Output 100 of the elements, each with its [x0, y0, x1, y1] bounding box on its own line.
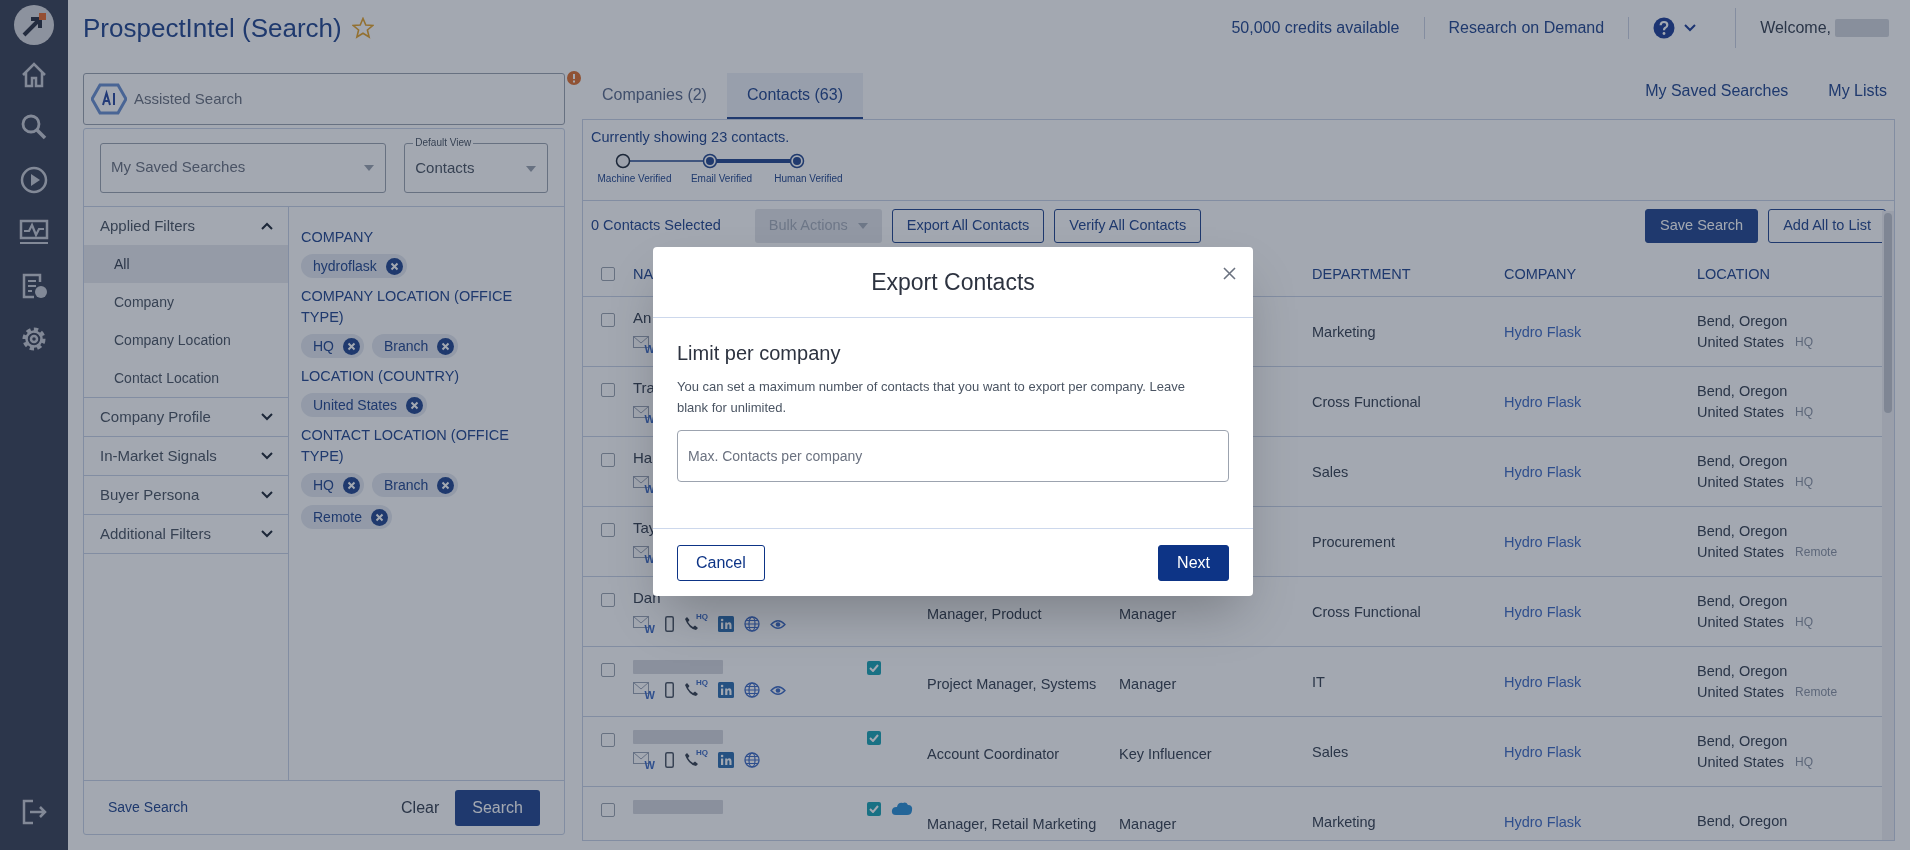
row-checkbox[interactable] [601, 383, 615, 397]
row-checkbox[interactable] [601, 733, 615, 747]
help-icon[interactable] [1653, 17, 1676, 39]
home-icon[interactable] [20, 61, 48, 89]
globe-icon[interactable] [744, 616, 760, 632]
dialog-description: You can set a maximum number of contacts that you want to export per company. Leave blank for unlimited. [677, 378, 1186, 417]
remove-icon[interactable] [343, 337, 360, 355]
linkedin-icon[interactable] [718, 752, 734, 768]
globe-icon[interactable] [744, 752, 760, 768]
filter-section-header[interactable]: Additional Filters [84, 515, 288, 553]
column-header[interactable]: LOCATION [1697, 265, 1771, 282]
monitor-icon[interactable] [19, 219, 49, 245]
slider-node[interactable] [702, 153, 718, 168]
remove-icon[interactable] [371, 508, 389, 526]
tag-label: Branch [384, 475, 429, 495]
company-link[interactable]: Hydro Flask [1504, 323, 1582, 340]
header-link[interactable]: My Saved Searches [1645, 79, 1789, 103]
select-all-checkbox[interactable] [601, 266, 615, 281]
company-link[interactable]: Hydro Flask [1504, 463, 1582, 480]
row-checkbox[interactable] [601, 593, 615, 607]
search-button[interactable]: Search [455, 789, 540, 826]
mobile-phone-icon[interactable] [665, 616, 674, 632]
header-link[interactable]: My Lists [1828, 79, 1887, 103]
location-country: United States [1697, 542, 1785, 562]
outline-button[interactable]: Verify All Contacts [1054, 209, 1202, 243]
eye-icon[interactable] [770, 684, 786, 696]
globe-icon[interactable] [744, 682, 760, 698]
outline-button[interactable]: Add All to List [1768, 209, 1886, 243]
linkedin-icon[interactable] [718, 682, 734, 698]
column-header[interactable]: COMPANY [1504, 265, 1577, 282]
search-icon[interactable] [20, 113, 48, 141]
tab[interactable]: Companies (2) [582, 73, 727, 119]
mobile-phone-icon[interactable] [665, 752, 674, 768]
research-link[interactable]: Research on Demand [1448, 16, 1605, 40]
row-checkbox[interactable] [601, 803, 615, 817]
slider-node[interactable] [615, 153, 631, 168]
saved-searches-dropdown[interactable]: My Saved Searches [100, 142, 387, 193]
slider-node[interactable] [789, 153, 805, 168]
scrollbar[interactable] [1882, 211, 1894, 840]
office-type: HQ [1795, 333, 1814, 351]
settings-icon[interactable] [20, 325, 48, 353]
logo-icon[interactable] [13, 4, 55, 46]
filter-section-header[interactable]: Applied Filters [84, 207, 288, 245]
max-contacts-field[interactable]: Max. Contacts per company [677, 430, 1229, 482]
filter-group-title: LOCATION (COUNTRY) [301, 367, 461, 386]
selected-count: 0 Contacts Selected [591, 216, 721, 236]
filter-section-header[interactable]: In-Market Signals [84, 437, 288, 475]
remove-icon[interactable] [406, 396, 424, 414]
row-checkbox[interactable] [601, 453, 615, 467]
location-country: United States [1697, 612, 1785, 632]
page-title: ProspectIntel (Search) [83, 11, 342, 45]
filter-category-item[interactable]: Company [84, 283, 288, 321]
office-type: Remote [1795, 683, 1838, 701]
department: Marketing [1312, 323, 1376, 340]
clear-button[interactable]: Clear [401, 795, 440, 820]
company-link[interactable]: Hydro Flask [1504, 393, 1582, 410]
location-city: Bend, Oregon [1697, 731, 1789, 751]
company-link[interactable]: Hydro Flask [1504, 743, 1582, 760]
close-icon[interactable] [1223, 267, 1236, 280]
mobile-phone-icon[interactable] [665, 682, 674, 698]
company-link[interactable]: Hydro Flask [1504, 813, 1582, 830]
tab[interactable]: Contacts (63) [726, 73, 863, 119]
location-city: Bend, Oregon [1697, 451, 1789, 471]
remove-icon[interactable] [343, 476, 360, 494]
row-checkbox[interactable] [601, 523, 615, 537]
company-link[interactable]: Hydro Flask [1504, 673, 1582, 690]
chevron-down-icon [260, 529, 274, 539]
company-link[interactable]: Hydro Flask [1504, 533, 1582, 550]
tag-label: HQ [313, 475, 334, 495]
primary-button[interactable]: Save Search [1645, 209, 1759, 243]
logout-icon[interactable] [20, 798, 48, 826]
filter-section-header[interactable]: Buyer Persona [84, 476, 288, 514]
slider-label: Email Verified [690, 171, 753, 186]
chevron-down-icon [260, 490, 274, 500]
filter-category-item[interactable]: All [84, 245, 288, 283]
column-header[interactable]: DEPARTMENT [1312, 265, 1411, 282]
slider-label: Human Verified [774, 171, 843, 186]
star-icon[interactable] [351, 17, 374, 39]
save-search-link[interactable]: Save Search [108, 797, 189, 818]
row-checkbox[interactable] [601, 663, 615, 677]
outline-button[interactable]: Export All Contacts [891, 209, 1045, 243]
tag-label: Branch [384, 336, 429, 356]
play-icon[interactable] [20, 166, 48, 194]
credits-text: 50,000 credits available [1231, 18, 1400, 38]
column-header[interactable]: NA [633, 265, 654, 282]
filter-group-title: CONTACT LOCATION (OFFICE TYPE) [301, 426, 510, 466]
remove-icon[interactable] [437, 476, 455, 494]
report-icon[interactable] [20, 272, 48, 300]
row-checkbox[interactable] [601, 313, 615, 327]
filter-category-item[interactable]: Contact Location [84, 359, 288, 397]
linkedin-icon[interactable] [718, 616, 734, 632]
next-button[interactable]: Next [1158, 544, 1229, 581]
company-link[interactable]: Hydro Flask [1504, 603, 1582, 620]
eye-icon[interactable] [770, 618, 786, 630]
remove-icon[interactable] [437, 337, 455, 355]
filter-category-item[interactable]: Company Location [84, 321, 288, 359]
remove-icon[interactable] [385, 257, 403, 275]
filter-section-header[interactable]: Company Profile [84, 398, 288, 436]
cancel-button[interactable]: Cancel [677, 544, 765, 581]
assisted-search-field[interactable]: Assisted Search [83, 73, 565, 125]
